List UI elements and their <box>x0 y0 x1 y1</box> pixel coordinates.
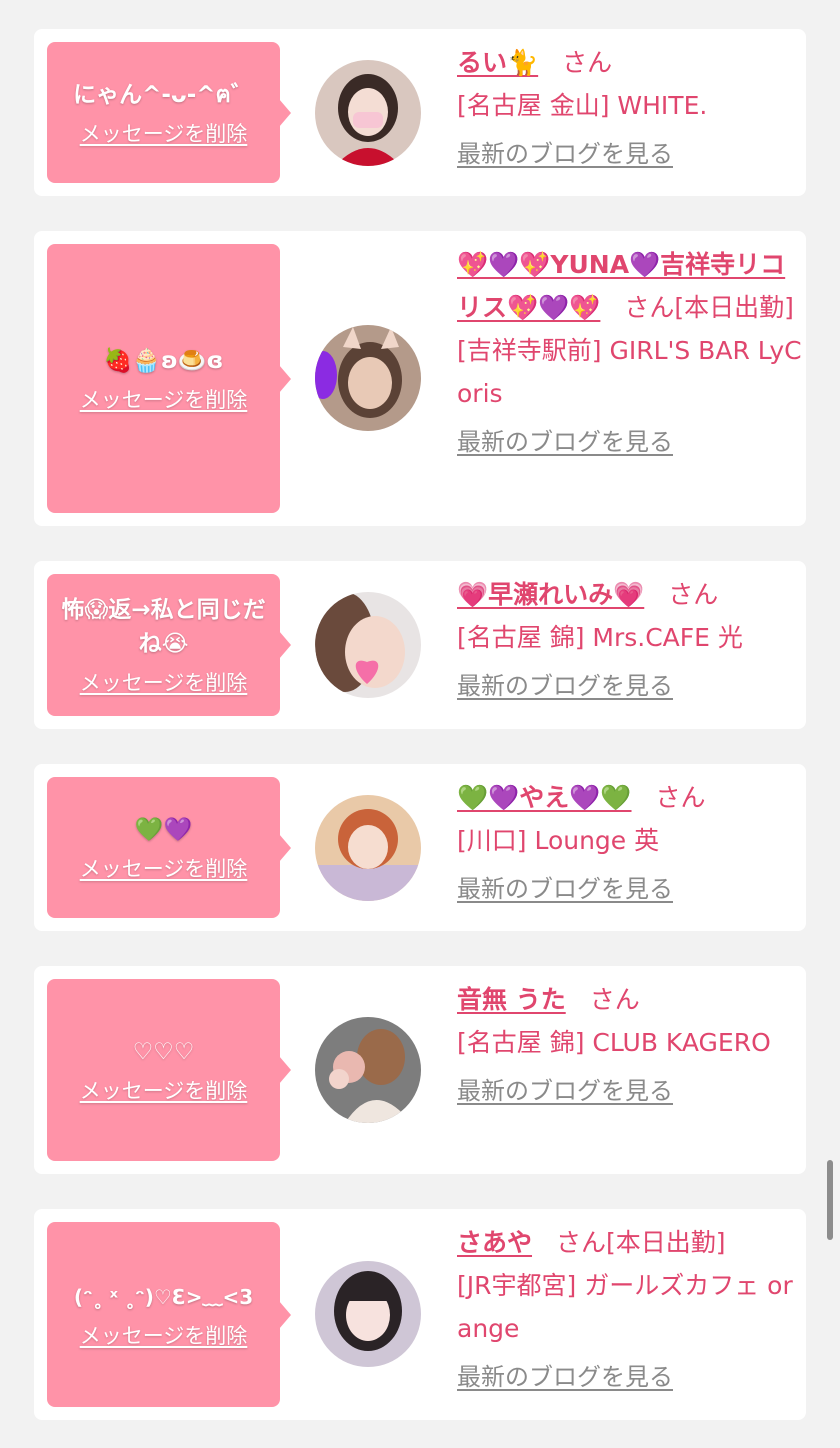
honorific: さん <box>655 783 706 812</box>
view-latest-blog-link[interactable]: 最新のブログを見る <box>457 874 673 904</box>
user-name-link[interactable]: るい🐈 <box>457 48 538 77</box>
shop-info: [名古屋 錦] CLUB KAGERO <box>457 1028 771 1057</box>
view-latest-blog-link[interactable]: 最新のブログを見る <box>457 427 673 457</box>
delete-message-link[interactable]: メッセージを削除 <box>80 120 248 148</box>
message-text: 🍓🧁ʚ🍮ɞ <box>103 347 224 374</box>
avatar[interactable] <box>315 795 421 901</box>
user-name-link[interactable]: 💗早瀬れいみ💗 <box>457 580 644 609</box>
avatar[interactable] <box>315 60 421 166</box>
honorific: さん <box>562 48 613 77</box>
scrollbar[interactable] <box>827 1160 833 1240</box>
message-text: にゃん^-ᴗ-^ฅ゛ <box>73 81 254 108</box>
message-card: 🍓🧁ʚ🍮ɞ メッセージを削除 💖💜💖YUNA💜吉祥寺リコリス💖💜💖 さん[本日出勤… <box>34 231 806 526</box>
message-text: 怖😱返→私と同じだね😭 <box>61 597 266 657</box>
message-bubble: (ᵔ˳ ˣ ˳ᵔ)♡Ɛ>﹏<3 メッセージを削除 <box>47 1222 291 1407</box>
view-latest-blog-link[interactable]: 最新のブログを見る <box>457 1076 673 1106</box>
message-list-screen: にゃん^-ᴗ-^ฅ゛ メッセージを削除 るい🐈 さん [名古屋 金山] WHITE… <box>0 0 840 1448</box>
user-info: 💖💜💖YUNA💜吉祥寺リコリス💖💜💖 さん[本日出勤] [吉祥寺駅前] GIRL'… <box>457 243 803 457</box>
avatar-photo-icon <box>315 795 421 901</box>
message-text: 💚💜 <box>134 816 193 843</box>
delete-message-link[interactable]: メッセージを削除 <box>80 1322 248 1350</box>
avatar-photo-icon <box>315 592 421 698</box>
message-bubble: にゃん^-ᴗ-^ฅ゛ メッセージを削除 <box>47 42 291 183</box>
message-bubble: ♡♡♡ メッセージを削除 <box>47 979 291 1161</box>
user-name-link[interactable]: 音無 うた <box>457 985 566 1014</box>
view-latest-blog-link[interactable]: 最新のブログを見る <box>457 671 673 701</box>
user-info: 💗早瀬れいみ💗 さん [名古屋 錦] Mrs.CAFE 光 最新のブログを見る <box>457 573 803 701</box>
message-card: にゃん^-ᴗ-^ฅ゛ メッセージを削除 るい🐈 さん [名古屋 金山] WHITE… <box>34 29 806 196</box>
view-latest-blog-link[interactable]: 最新のブログを見る <box>457 139 673 169</box>
avatar[interactable] <box>315 325 421 431</box>
message-bubble: 💚💜 メッセージを削除 <box>47 777 291 918</box>
avatar[interactable] <box>315 1017 421 1123</box>
message-bubble: 🍓🧁ʚ🍮ɞ メッセージを削除 <box>47 244 291 513</box>
avatar[interactable] <box>315 592 421 698</box>
message-text: (ᵔ˳ ˣ ˳ᵔ)♡Ɛ>﹏<3 <box>73 1284 254 1309</box>
shop-info: [川口] Lounge 英 <box>457 826 660 855</box>
message-bubble: 怖😱返→私と同じだね😭 メッセージを削除 <box>47 574 291 716</box>
delete-message-link[interactable]: メッセージを削除 <box>80 669 248 697</box>
message-card: 怖😱返→私と同じだね😭 メッセージを削除 💗早瀬れいみ💗 さん [名古屋 錦] M… <box>34 561 806 729</box>
status-tag: [本日出勤] <box>606 1228 726 1257</box>
honorific: さん <box>624 293 675 322</box>
user-info: 💚💜やえ💜💚 さん [川口] Lounge 英 最新のブログを見る <box>457 776 803 904</box>
shop-info: [吉祥寺駅前] GIRL'S BAR LyCoris <box>457 336 802 408</box>
message-card: (ᵔ˳ ˣ ˳ᵔ)♡Ɛ>﹏<3 メッセージを削除 さあや さん[本日出勤] [JR… <box>34 1209 806 1420</box>
user-info: 音無 うた さん [名古屋 錦] CLUB KAGERO 最新のブログを見る <box>457 978 803 1106</box>
avatar-photo-icon <box>315 1017 421 1123</box>
message-text: ♡♡♡ <box>132 1039 195 1065</box>
message-card: 💚💜 メッセージを削除 💚💜やえ💜💚 さん [川口] Lounge 英 最新のブロ… <box>34 764 806 931</box>
delete-message-link[interactable]: メッセージを削除 <box>80 1077 248 1105</box>
delete-message-link[interactable]: メッセージを削除 <box>80 855 248 883</box>
honorific: さん <box>668 580 719 609</box>
shop-info: [名古屋 金山] WHITE. <box>457 91 708 120</box>
status-tag: [本日出勤] <box>674 293 794 322</box>
shop-info: [名古屋 錦] Mrs.CAFE 光 <box>457 623 743 652</box>
user-name-link[interactable]: 💚💜やえ💜💚 <box>457 783 632 812</box>
avatar-photo-icon <box>315 60 421 166</box>
view-latest-blog-link[interactable]: 最新のブログを見る <box>457 1362 673 1392</box>
message-card: ♡♡♡ メッセージを削除 音無 うた さん [名古屋 錦] CLUB KAGERO… <box>34 966 806 1174</box>
avatar[interactable] <box>315 1261 421 1367</box>
user-name-link[interactable]: さあや <box>457 1228 532 1257</box>
avatar-photo-icon <box>315 325 421 431</box>
honorific: さん <box>589 985 640 1014</box>
shop-info: [JR宇都宮] ガールズカフェ orange <box>457 1271 793 1343</box>
delete-message-link[interactable]: メッセージを削除 <box>80 386 248 414</box>
avatar-photo-icon <box>315 1261 421 1367</box>
user-info: さあや さん[本日出勤] [JR宇都宮] ガールズカフェ orange 最新のブロ… <box>457 1221 803 1392</box>
user-info: るい🐈 さん [名古屋 金山] WHITE. 最新のブログを見る <box>457 41 803 169</box>
honorific: さん <box>556 1228 607 1257</box>
